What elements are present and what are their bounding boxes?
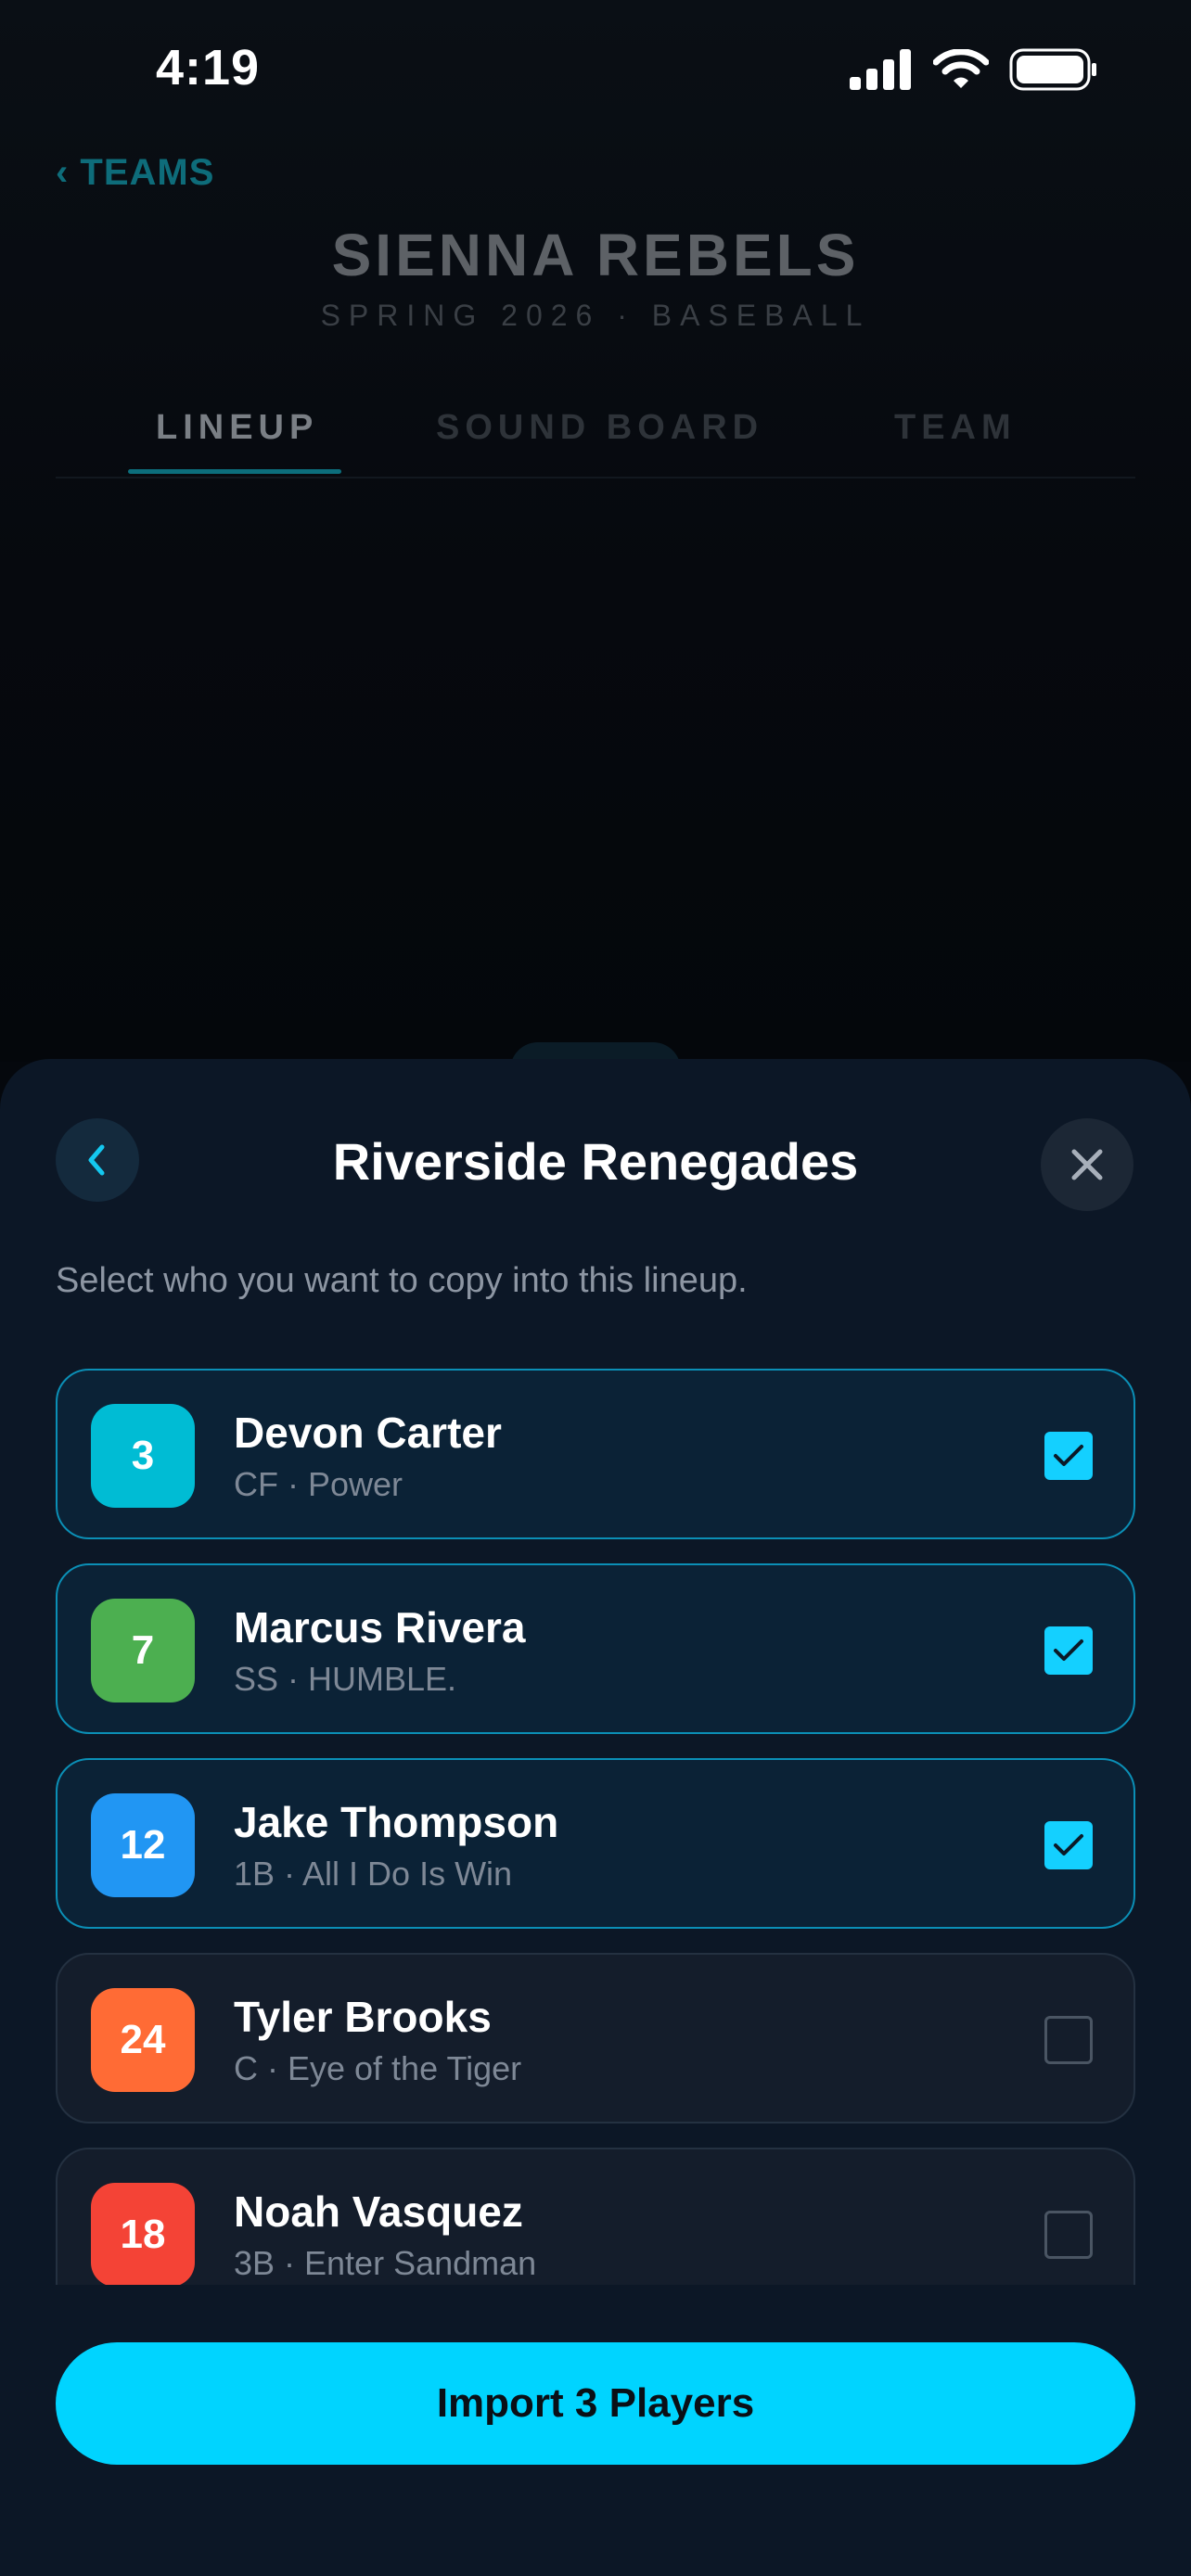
- player-checkbox[interactable]: [1044, 2016, 1093, 2064]
- battery-icon: [1009, 48, 1096, 91]
- jersey-number-badge: 18: [91, 2183, 195, 2285]
- status-time: 4:19: [156, 40, 261, 96]
- player-position-song: 3B · Enter Sandman: [234, 2244, 537, 2282]
- player-row[interactable]: 24 Tyler Brooks C · Eye of the Tiger: [56, 1953, 1135, 2123]
- jersey-number-badge: 24: [91, 1988, 195, 2092]
- player-checkbox[interactable]: [1044, 1626, 1093, 1675]
- jersey-number-badge: 12: [91, 1793, 195, 1897]
- player-row[interactable]: 18 Noah Vasquez 3B · Enter Sandman: [56, 2148, 1135, 2285]
- import-sheet: Riverside Renegades Select who you want …: [0, 1059, 1191, 2576]
- player-row[interactable]: 3 Devon Carter CF · Power: [56, 1369, 1135, 1539]
- tab-sound-board[interactable]: SOUND BOARD: [436, 408, 763, 448]
- player-position-song: CF · Power: [234, 1465, 403, 1503]
- active-tab-indicator: [128, 469, 341, 474]
- status-icons: [850, 48, 1098, 91]
- player-name: Tyler Brooks: [234, 1993, 492, 2041]
- signal-icon: [850, 49, 911, 90]
- checkmark-icon: [1054, 1445, 1083, 1466]
- player-checkbox[interactable]: [1044, 1821, 1093, 1869]
- checkmark-icon: [1054, 1834, 1083, 1855]
- player-name: Noah Vasquez: [234, 2187, 523, 2236]
- player-list[interactable]: 3 Devon Carter CF · Power 7 Marcus River…: [56, 1369, 1135, 2285]
- player-position-song: C · Eye of the Tiger: [234, 2049, 522, 2087]
- player-position-song: SS · HUMBLE.: [234, 1660, 457, 1698]
- player-row[interactable]: 12 Jake Thompson 1B · All I Do Is Win: [56, 1758, 1135, 1929]
- page-title: SIENNA REBELS: [331, 222, 860, 288]
- player-checkbox[interactable]: [1044, 1432, 1093, 1480]
- tab-lineup[interactable]: LINEUP: [156, 408, 318, 448]
- player-name: Devon Carter: [234, 1409, 502, 1457]
- sheet-title: Riverside Renegades: [332, 1132, 859, 1191]
- player-checkbox[interactable]: [1044, 2211, 1093, 2259]
- tab-team[interactable]: TEAM: [894, 408, 1017, 448]
- instructions-text: Select who you want to copy into this li…: [56, 1261, 748, 1300]
- player-name: Marcus Rivera: [234, 1603, 526, 1651]
- player-position-song: 1B · All I Do Is Win: [234, 1855, 513, 1893]
- checkmark-icon: [1054, 1639, 1083, 1661]
- wifi-icon: [933, 49, 989, 88]
- import-players-button[interactable]: Import 3 Players: [56, 2342, 1135, 2465]
- player-row[interactable]: 7 Marcus Rivera SS · HUMBLE.: [56, 1563, 1135, 1734]
- back-to-teams-link[interactable]: ‹ TEAMS: [56, 152, 214, 194]
- jersey-number-badge: 3: [91, 1404, 195, 1508]
- tab-bar: LINEUP SOUND BOARD TEAM: [56, 399, 1135, 478]
- jersey-number-badge: 7: [91, 1599, 195, 1702]
- player-name: Jake Thompson: [234, 1798, 559, 1846]
- season-subtitle: SPRING 2026 · BASEBALL: [320, 299, 871, 332]
- status-bar: 4:19: [0, 0, 1191, 139]
- close-button[interactable]: [1041, 1118, 1133, 1211]
- close-icon: [1071, 1149, 1103, 1180]
